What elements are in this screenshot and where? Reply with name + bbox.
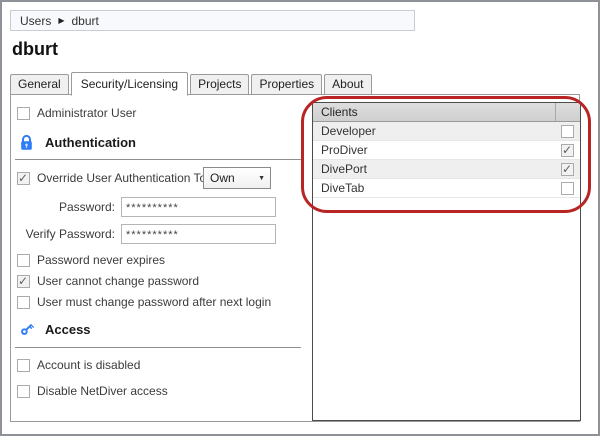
key-icon <box>18 321 35 338</box>
tab-properties[interactable]: Properties <box>251 74 322 95</box>
client-name: ProDiver <box>313 143 555 157</box>
client-row-divetab[interactable]: DiveTab <box>313 179 580 198</box>
page-title: dburt <box>12 39 58 60</box>
app-window: { "breadcrumb": { "items": ["Users", "db… <box>0 0 600 436</box>
client-divetab-checkbox[interactable] <box>561 182 574 195</box>
password-never-expires-row[interactable]: Password never expires <box>17 253 165 267</box>
account-disabled-checkbox[interactable] <box>17 359 30 372</box>
account-disabled-row[interactable]: Account is disabled <box>17 358 140 372</box>
override-auth-checkbox-row[interactable]: Override User Authentication To <box>17 171 206 185</box>
disable-netdiver-checkbox[interactable] <box>17 385 30 398</box>
verify-password-input[interactable] <box>121 224 276 244</box>
user-cannot-change-password-row[interactable]: User cannot change password <box>17 274 199 288</box>
client-name: DiveTab <box>313 181 555 195</box>
client-row-diveport[interactable]: DivePort <box>313 160 580 179</box>
password-field-row: Password: <box>15 197 276 217</box>
password-label: Password: <box>15 200 121 214</box>
auth-type-dropdown[interactable]: Own ▼ <box>203 167 271 189</box>
access-heading: Access <box>45 322 91 337</box>
tab-bar: General Security/Licensing Projects Prop… <box>10 71 374 95</box>
client-row-prodiver[interactable]: ProDiver <box>313 141 580 160</box>
verify-password-label: Verify Password: <box>15 227 121 241</box>
override-auth-checkbox[interactable] <box>17 172 30 185</box>
password-input[interactable] <box>121 197 276 217</box>
administrator-user-checkbox-row[interactable]: Administrator User <box>17 106 136 120</box>
clients-table-header[interactable]: Clients <box>313 103 580 122</box>
breadcrumb-arrow-icon: ▶ <box>58 16 64 25</box>
clients-column-header[interactable]: Clients <box>313 105 555 119</box>
client-row-developer[interactable]: Developer <box>313 122 580 141</box>
chevron-down-icon: ▼ <box>258 175 265 182</box>
breadcrumb-item-users[interactable]: Users <box>20 14 51 28</box>
password-never-expires-checkbox[interactable] <box>17 254 30 267</box>
administrator-user-label: Administrator User <box>37 106 136 120</box>
authentication-section-header: Authentication <box>18 134 136 151</box>
authentication-divider <box>15 159 301 160</box>
authentication-heading: Authentication <box>45 135 136 150</box>
client-name: DivePort <box>313 162 555 176</box>
disable-netdiver-row[interactable]: Disable NetDiver access <box>17 384 168 398</box>
breadcrumb: Users ▶ dburt <box>10 10 415 31</box>
user-cannot-change-password-checkbox[interactable] <box>17 275 30 288</box>
tab-about[interactable]: About <box>324 74 371 95</box>
security-licensing-panel: Administrator User Authentication Overri… <box>10 94 580 422</box>
password-never-expires-label: Password never expires <box>37 253 165 267</box>
auth-type-dropdown-value: Own <box>210 171 235 185</box>
user-must-change-password-checkbox[interactable] <box>17 296 30 309</box>
tab-projects[interactable]: Projects <box>190 74 249 95</box>
user-must-change-password-row[interactable]: User must change password after next log… <box>17 295 271 309</box>
client-name: Developer <box>313 124 555 138</box>
clients-table: Clients Developer ProDiver DivePort Dive… <box>312 102 581 421</box>
client-prodiver-checkbox[interactable] <box>561 144 574 157</box>
client-developer-checkbox[interactable] <box>561 125 574 138</box>
account-disabled-label: Account is disabled <box>37 358 140 372</box>
clients-checkbox-column-header <box>555 103 580 121</box>
client-diveport-checkbox[interactable] <box>561 163 574 176</box>
tab-general[interactable]: General <box>10 74 69 95</box>
lock-icon <box>18 134 35 151</box>
user-cannot-change-password-label: User cannot change password <box>37 274 199 288</box>
access-divider <box>15 347 301 348</box>
administrator-user-checkbox[interactable] <box>17 107 30 120</box>
override-auth-label: Override User Authentication To <box>37 171 206 185</box>
verify-password-field-row: Verify Password: <box>15 224 276 244</box>
tab-security-licensing[interactable]: Security/Licensing <box>71 72 188 96</box>
user-must-change-password-label: User must change password after next log… <box>37 295 271 309</box>
disable-netdiver-label: Disable NetDiver access <box>37 384 168 398</box>
breadcrumb-item-dburt[interactable]: dburt <box>72 14 99 28</box>
access-section-header: Access <box>18 321 91 338</box>
